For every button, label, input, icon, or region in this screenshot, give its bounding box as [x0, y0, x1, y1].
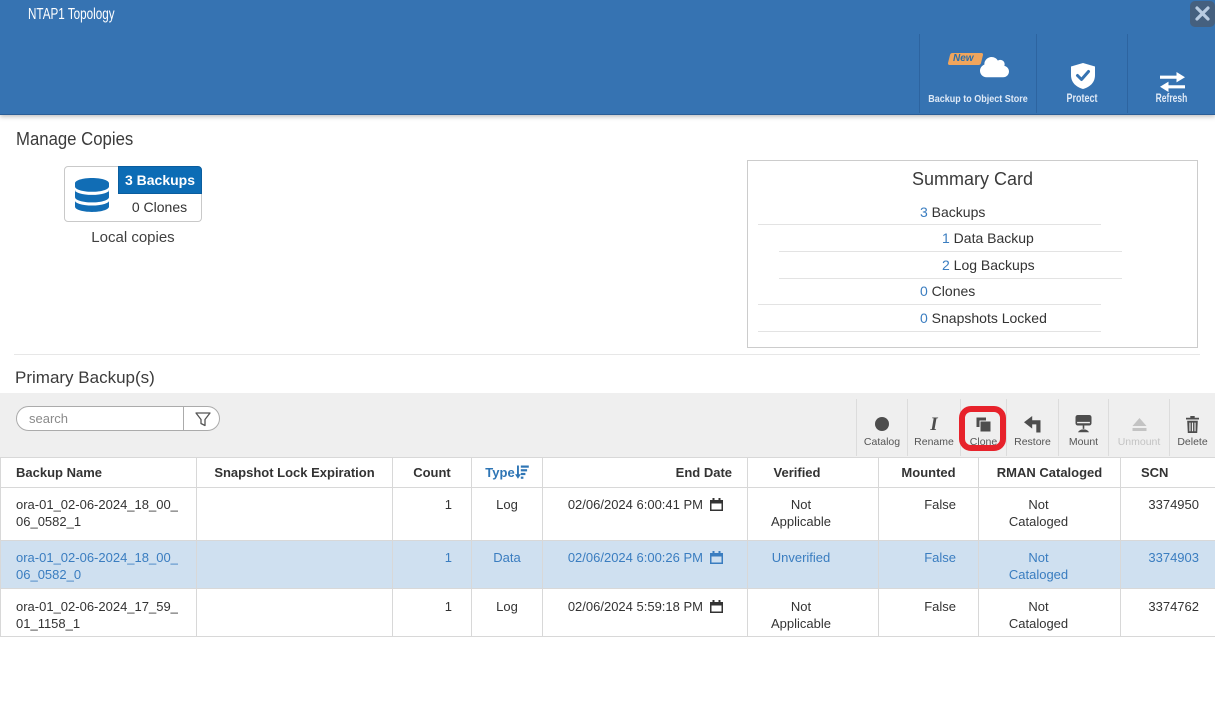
svg-text:I: I [929, 414, 938, 434]
